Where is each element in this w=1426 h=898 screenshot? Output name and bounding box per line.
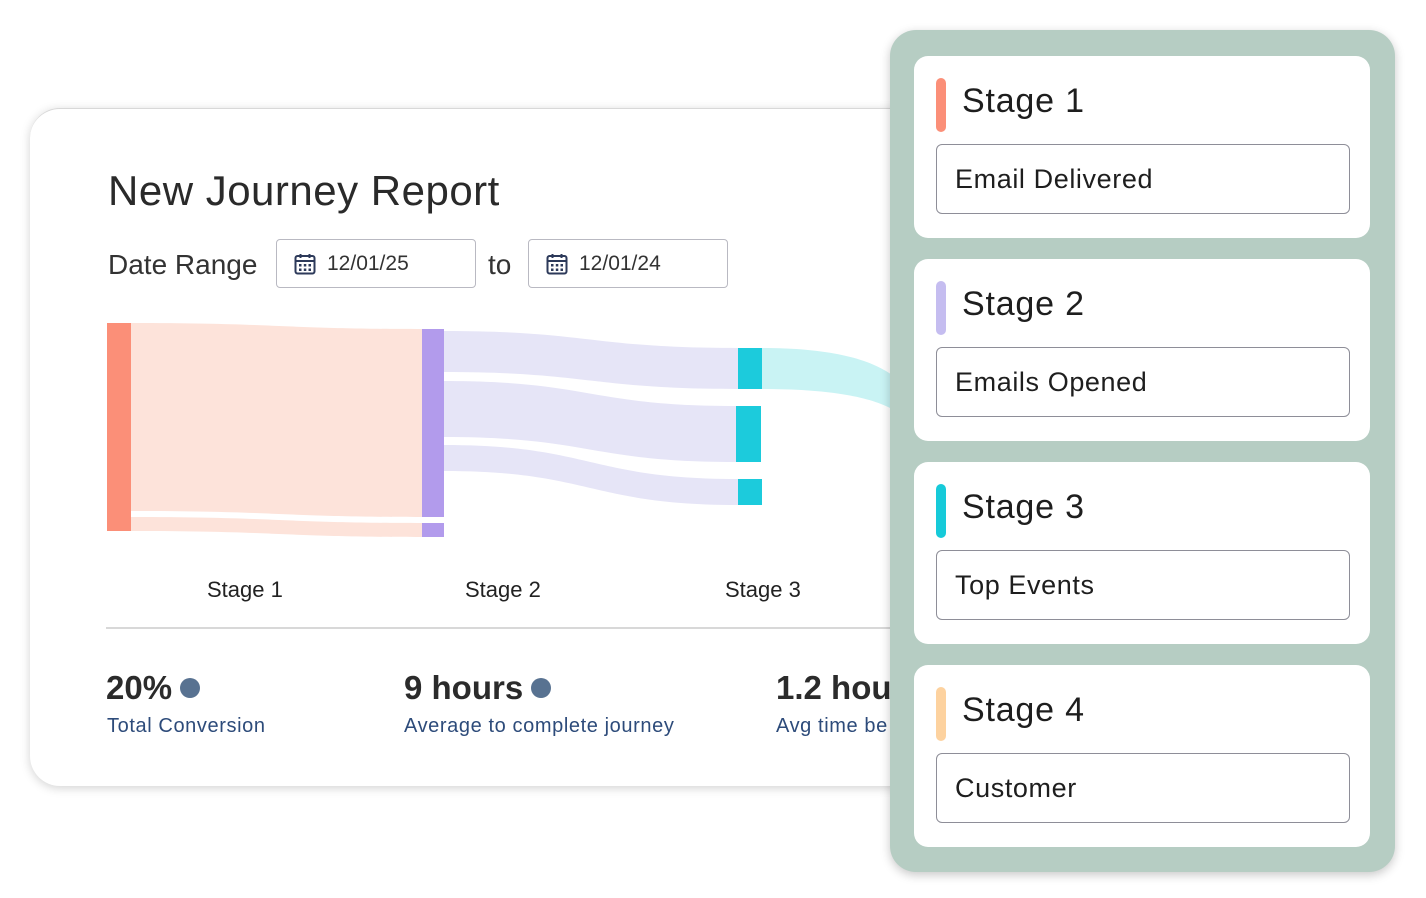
stage-card-3[interactable]: Stage 3 Top Events bbox=[914, 462, 1370, 644]
metric-value-text: 20% bbox=[106, 669, 173, 706]
stage-event-field[interactable]: Emails Opened bbox=[936, 347, 1350, 417]
node-stage1 bbox=[107, 323, 131, 531]
stage-event-field[interactable]: Customer bbox=[936, 753, 1350, 823]
stage-event-field[interactable]: Email Delivered bbox=[936, 144, 1350, 214]
stage-title: Stage 4 bbox=[962, 691, 1085, 729]
stage-event-field[interactable]: Top Events bbox=[936, 550, 1350, 620]
divider bbox=[106, 627, 946, 629]
stage-card-4[interactable]: Stage 4 Customer bbox=[914, 665, 1370, 847]
metric-value-text: 9 hours bbox=[404, 669, 524, 706]
metric-total-conversion-caption: Total Conversion bbox=[107, 715, 266, 737]
node-stage3-b bbox=[736, 406, 761, 462]
chart-stage-label-1: Stage 1 bbox=[207, 577, 283, 602]
metric-avg-journey-value: 9 hours bbox=[404, 669, 552, 707]
journey-sankey-chart bbox=[107, 323, 892, 537]
journey-report-card: New Journey Report Date Range 12/01/25 t… bbox=[30, 108, 990, 786]
chart-stage-label-3: Stage 3 bbox=[725, 577, 801, 602]
stage-title: Stage 1 bbox=[962, 82, 1085, 120]
stage-color-bar bbox=[936, 281, 946, 335]
stage-color-bar bbox=[936, 687, 946, 741]
metric-avg-time-caption: Avg time be bbox=[776, 715, 888, 737]
metric-avg-time-clip: 1.2 hou Avg time be bbox=[770, 659, 890, 759]
stage-color-bar bbox=[936, 78, 946, 132]
stages-panel: Stage 1 Email Delivered Stage 2 Emails O… bbox=[890, 30, 1395, 872]
metric-avg-time-value: 1.2 hou bbox=[776, 669, 890, 707]
flow-stage2-stage3-a bbox=[444, 331, 738, 389]
stage-title: Stage 3 bbox=[962, 488, 1085, 526]
stage-card-2[interactable]: Stage 2 Emails Opened bbox=[914, 259, 1370, 441]
flow-stage1-stage2 bbox=[131, 323, 422, 517]
metric-avg-journey-caption: Average to complete journey bbox=[404, 715, 675, 737]
info-dot-icon[interactable] bbox=[531, 678, 552, 698]
flow-stage1-stage2-small bbox=[131, 517, 422, 537]
stage-title: Stage 2 bbox=[962, 285, 1085, 323]
node-stage2 bbox=[422, 329, 444, 517]
info-dot-icon[interactable] bbox=[180, 678, 201, 698]
stage-color-bar bbox=[936, 484, 946, 538]
chart-stage-label-2: Stage 2 bbox=[465, 577, 541, 602]
stage-card-1[interactable]: Stage 1 Email Delivered bbox=[914, 56, 1370, 238]
node-stage2-small bbox=[422, 523, 444, 537]
flow-stage3-stage4 bbox=[762, 348, 892, 409]
metric-total-conversion-value: 20% bbox=[106, 669, 201, 707]
metric-value-text: 1.2 hou bbox=[776, 669, 890, 706]
node-stage3-a bbox=[738, 348, 762, 389]
node-stage3-c bbox=[738, 479, 762, 505]
